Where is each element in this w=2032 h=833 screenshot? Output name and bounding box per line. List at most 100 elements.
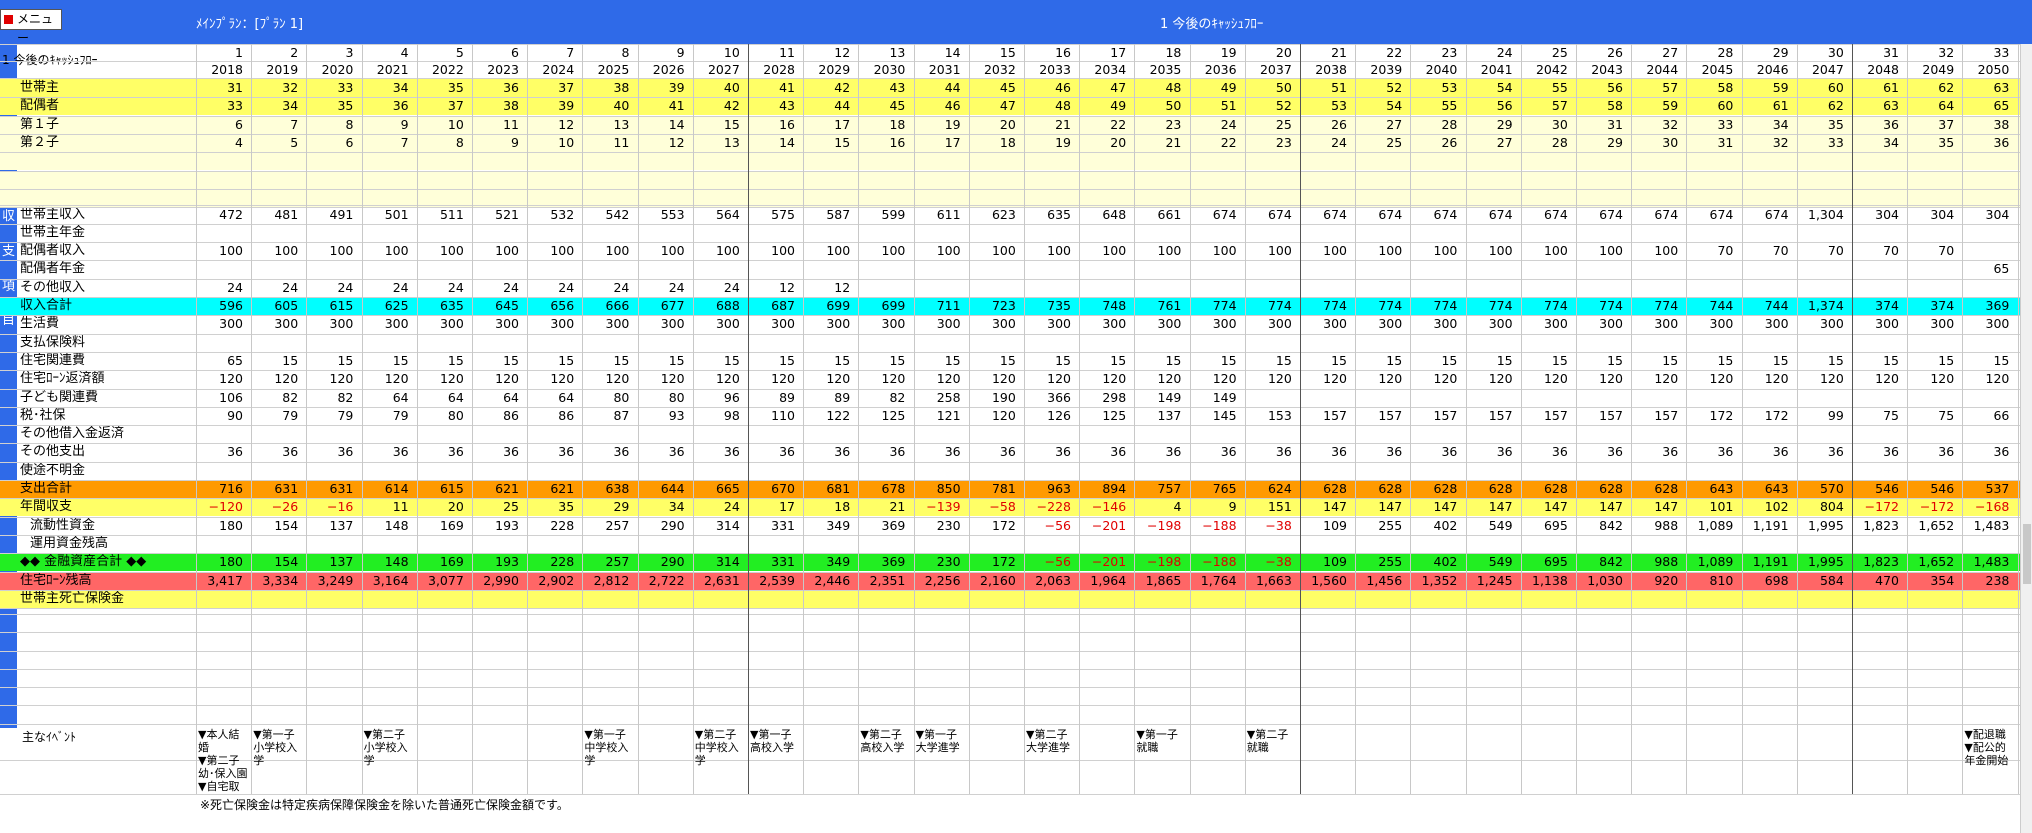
table-cell: 842 — [1599, 554, 1623, 570]
grid-hline — [0, 517, 2020, 518]
table-cell: 70 — [1938, 243, 1955, 259]
scrollbar-thumb[interactable] — [2023, 524, 2031, 584]
table-cell: 24 — [668, 279, 685, 295]
table-cell: 14 — [668, 116, 685, 132]
table-cell: 24 — [503, 279, 519, 295]
table-cell: 24 — [723, 279, 740, 295]
table-cell: 45 — [999, 80, 1016, 95]
table-cell: 120 — [881, 371, 906, 387]
table-cell: 82 — [889, 389, 906, 405]
table-cell: 6 — [235, 116, 243, 132]
row-label: 住宅ﾛｰﾝ返済額 — [20, 371, 105, 387]
table-cell: 15 — [503, 352, 519, 368]
table-cell: 10 — [558, 134, 575, 150]
table-cell: 22 — [1110, 116, 1127, 132]
grid-vline — [1852, 44, 1853, 794]
table-cell: 920 — [1654, 572, 1679, 588]
table-cell: 137 — [1157, 407, 1182, 423]
table-cell: 37 — [1938, 116, 1955, 132]
table-cell: 100 — [439, 243, 464, 259]
grid-hline — [0, 705, 2020, 706]
table-row: 世帯主死亡保険金 — [0, 589, 2020, 608]
table-cell: 99 — [1827, 407, 1844, 423]
grid-hline — [0, 632, 2020, 633]
table-cell: 6 — [345, 134, 354, 150]
table-cell: 1,865 — [1145, 572, 1182, 588]
table-cell: 15 — [834, 352, 851, 368]
table-cell: 100 — [660, 243, 685, 259]
table-cell: 15 — [613, 352, 630, 368]
table-cell: 15 — [1993, 352, 2010, 368]
table-cell: −146 — [1091, 499, 1127, 515]
table-row: 第１子 6 7 8 9 10 11 12 13 14 15 16 17 18 19 20 21 22 23 24 25 2… — [0, 115, 2020, 134]
table-cell: 300 — [1433, 316, 1458, 332]
grid-hline — [0, 535, 2020, 536]
table-cell: 546 — [1930, 481, 1955, 496]
table-cell: 100 — [715, 243, 740, 259]
table-cell: 90 — [227, 407, 243, 423]
menu-button[interactable]: メニュー — [0, 9, 62, 45]
table-row: 世帯主収入 472 481 491 501 511 521 532 542 553 564 575 58… — [0, 206, 2020, 224]
table-cell: 1,138 — [1532, 572, 1568, 588]
table-cell: 31 — [227, 80, 243, 95]
event-note: ▼第一子 就職 — [1136, 728, 1178, 754]
table-cell: 36 — [503, 80, 519, 95]
table-cell: 774 — [1267, 298, 1292, 313]
table-cell: 101 — [1709, 499, 1734, 515]
table-cell: 674 — [1378, 206, 1403, 222]
year-header: 2024 — [542, 62, 575, 77]
table-cell: 80 — [613, 389, 630, 405]
table-cell: 635 — [1047, 206, 1071, 222]
table-cell: 34 — [282, 98, 299, 114]
table-cell: 35 — [447, 80, 464, 95]
table-cell: 100 — [1543, 243, 1568, 259]
table-cell: 628 — [1654, 481, 1679, 496]
table-cell: 100 — [550, 243, 575, 259]
table-cell: 621 — [495, 481, 519, 496]
table-cell: 61 — [1772, 98, 1789, 114]
table-cell: 120 — [439, 371, 464, 387]
table-cell: 3,334 — [262, 572, 299, 588]
event-note: ▼第二子 就職 — [1246, 728, 1289, 754]
table-cell: 648 — [1102, 206, 1127, 222]
table-cell: 12 — [668, 134, 685, 150]
table-cell: 678 — [881, 481, 906, 496]
table-cell — [803, 260, 854, 278]
year-index-header: 13 — [889, 45, 906, 60]
table-cell: 300 — [274, 316, 299, 332]
table-cell: 80 — [447, 407, 464, 423]
table-cell: 8 — [345, 116, 354, 132]
table-cell — [748, 260, 799, 278]
table-row: その他収入 24 24 24 24 24 24 24 24 24 24 12 12 — [0, 279, 2020, 297]
table-cell: 24 — [392, 279, 409, 295]
table-cell: 349 — [826, 517, 851, 533]
table-cell: 674 — [1323, 206, 1347, 222]
table-cell: 35 — [1827, 116, 1844, 132]
table-cell: 257 — [605, 554, 630, 570]
table-cell — [1686, 260, 1737, 278]
table-cell: 2,631 — [704, 572, 740, 588]
table-cell: 86 — [558, 407, 575, 423]
table-cell: 37 — [447, 98, 464, 114]
grid-vline — [472, 44, 473, 794]
table-cell: 41 — [779, 80, 795, 95]
year-header: 2026 — [652, 62, 685, 77]
table-cell: 656 — [550, 298, 575, 313]
table-cell: 15 — [999, 352, 1016, 368]
table-cell: 24 — [723, 499, 740, 515]
table-cell: 681 — [826, 481, 851, 496]
table-cell — [582, 260, 633, 278]
vertical-scrollbar[interactable] — [2020, 44, 2032, 833]
table-cell: 255 — [1378, 554, 1403, 570]
row-label: 配偶者 — [20, 98, 60, 114]
year-header: 2034 — [1094, 62, 1127, 77]
table-cell: 621 — [550, 481, 575, 496]
table-cell: 290 — [660, 517, 685, 533]
table-cell: 15 — [944, 352, 961, 368]
row-label: 年間収支 — [20, 499, 73, 515]
year-index-header: 27 — [1662, 45, 1679, 60]
table-cell: 699 — [826, 298, 851, 313]
table-cell: 988 — [1654, 554, 1679, 570]
grid-vline — [803, 44, 804, 794]
year-index-header: 16 — [1055, 45, 1071, 60]
